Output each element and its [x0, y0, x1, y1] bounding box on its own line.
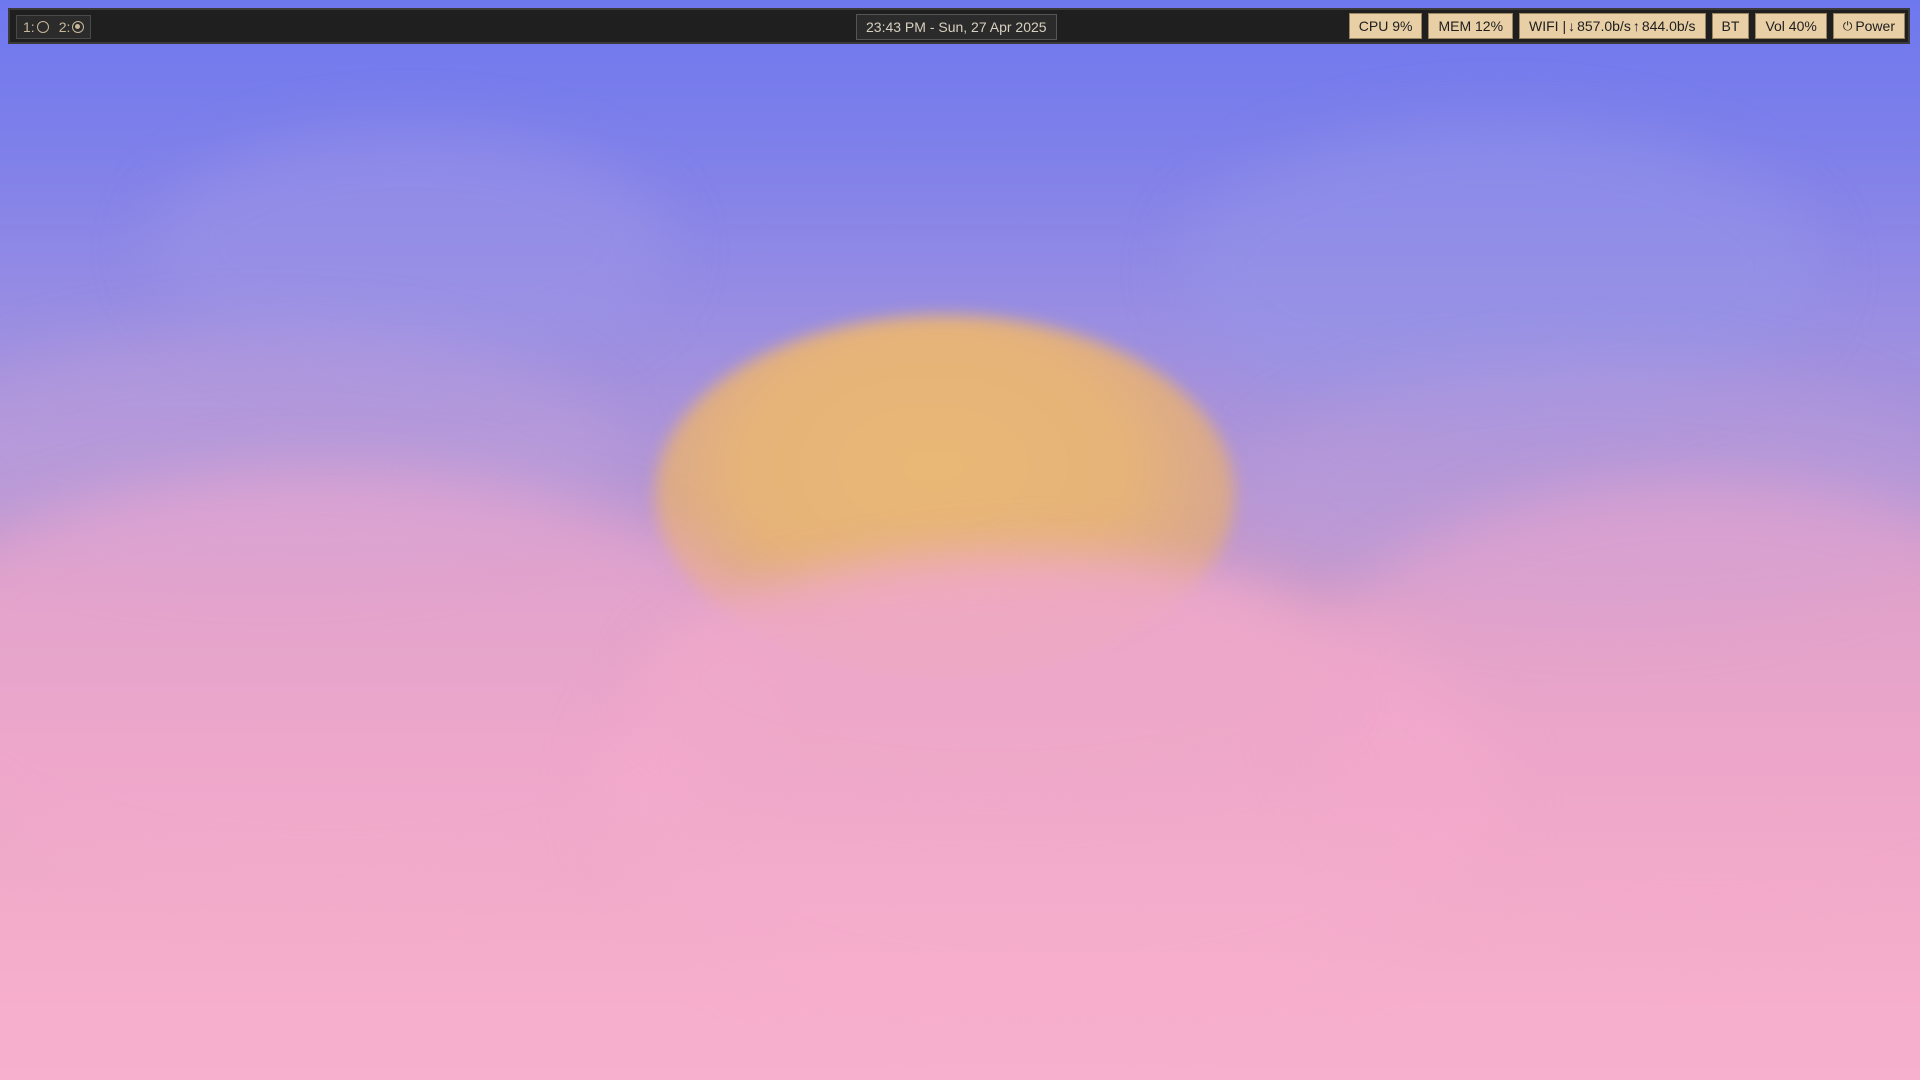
cpu-text: CPU 9% — [1358, 18, 1413, 34]
upload-arrow-icon: ↑ — [1632, 18, 1640, 34]
clock-text: 23:43 PM - Sun, 27 Apr 2025 — [866, 19, 1047, 35]
download-arrow-icon: ↓ — [1568, 18, 1576, 34]
bluetooth-module[interactable]: BT — [1711, 13, 1750, 39]
volume-module[interactable]: Vol 40% — [1755, 13, 1827, 39]
workspace-1-button[interactable]: 1: — [23, 19, 49, 35]
cpu-module[interactable]: CPU 9% — [1348, 13, 1423, 39]
wifi-download-rate: 857.0b/s — [1577, 18, 1631, 34]
empty-circle-icon — [36, 21, 49, 33]
bluetooth-text: BT — [1721, 18, 1740, 34]
top-status-bar: 1: 2: 23:43 PM - Sun, 27 Apr 2025 CPU 9%… — [8, 8, 1910, 44]
workspace-2-label: 2: — [58, 19, 71, 35]
power-button[interactable]: ⏻ Power — [1832, 13, 1905, 39]
memory-module[interactable]: MEM 12% — [1428, 13, 1514, 39]
workspace-1-label: 1: — [23, 19, 35, 35]
status-modules: CPU 9% MEM 12% WIFI | ↓ 857.0b/s ↑ 844.0… — [1348, 13, 1905, 41]
desktop: 1: 2: 23:43 PM - Sun, 27 Apr 2025 CPU 9%… — [0, 0, 1920, 1080]
wifi-prefix: WIFI | — [1529, 18, 1567, 34]
workspace-switcher: 1: 2: — [16, 15, 92, 39]
wallpaper-glow — [0, 780, 1920, 1080]
volume-text: Vol 40% — [1765, 18, 1817, 34]
wifi-module[interactable]: WIFI | ↓ 857.0b/s ↑ 844.0b/s — [1519, 13, 1706, 39]
clock-widget[interactable]: 23:43 PM - Sun, 27 Apr 2025 — [856, 14, 1057, 40]
workspace-2-button[interactable]: 2: — [59, 19, 85, 35]
wallpaper-cloud — [640, 560, 1340, 800]
power-icon: ⏻ — [1842, 18, 1853, 33]
power-label: Power — [1855, 18, 1895, 34]
wifi-upload-rate: 844.0b/s — [1641, 18, 1696, 34]
memory-text: MEM 12% — [1438, 18, 1504, 34]
filled-circle-icon — [72, 21, 85, 33]
